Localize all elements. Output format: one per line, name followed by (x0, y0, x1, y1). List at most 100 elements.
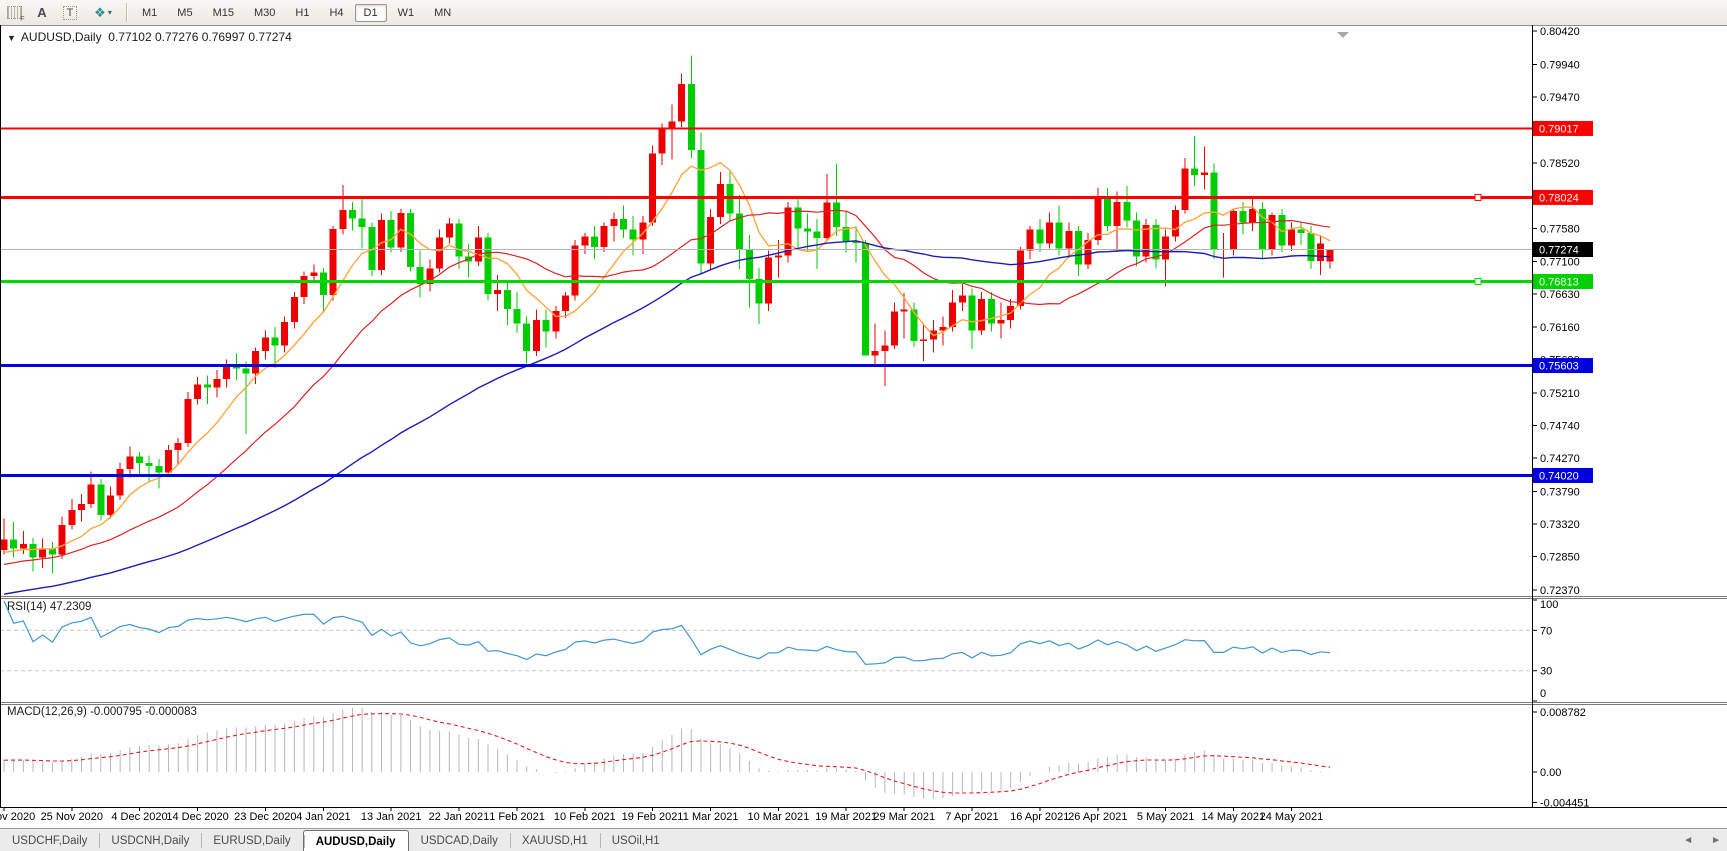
svg-text:0.75603: 0.75603 (1539, 361, 1579, 373)
tab-scroll-controls: ◄ ► (1683, 829, 1721, 851)
price-level-label: 0.79017 (1533, 120, 1593, 136)
svg-text:0.008782: 0.008782 (1540, 707, 1586, 719)
timeframe-d1[interactable]: D1 (354, 3, 387, 22)
price-level-label: 0.76813 (1533, 274, 1593, 290)
rsi-line (3, 600, 1331, 666)
text-label-tool-button[interactable]: T (57, 1, 83, 24)
svg-text:0.74740: 0.74740 (1540, 420, 1580, 432)
mt4-window: A T ❖ ▾ M1 M5 M15 M30 H1 H4 D1 W1 MN 0.8… (0, 0, 1727, 851)
level-handle[interactable] (1474, 278, 1482, 286)
svg-text:0.79940: 0.79940 (1540, 59, 1580, 71)
svg-text:19 Mar 2021: 19 Mar 2021 (815, 811, 877, 823)
dropdown-arrow-icon: ▾ (107, 8, 112, 17)
tab-audusd-daily[interactable]: AUDUSD,Daily (302, 830, 409, 851)
symbol-name: AUDUSD,Daily (20, 30, 102, 44)
svg-text:5 May 2021: 5 May 2021 (1137, 811, 1194, 823)
font-tool-button[interactable]: A (29, 1, 55, 24)
tab-usdchf-daily[interactable]: USDCHF,Daily (0, 829, 99, 851)
svg-text:14 Dec 2020: 14 Dec 2020 (166, 811, 228, 823)
auto-scroll-marker-icon[interactable] (1337, 32, 1349, 38)
text-box-icon: T (62, 5, 78, 20)
chart-tab-bar: USDCHF,Daily USDCNH,Daily EURUSD,Daily A… (0, 828, 1727, 851)
toolbar: A T ❖ ▾ M1 M5 M15 M30 H1 H4 D1 W1 MN (0, 0, 1727, 26)
timeframe-w1[interactable]: W1 (389, 4, 424, 22)
svg-text:23 Dec 2020: 23 Dec 2020 (234, 811, 296, 823)
tab-usdcad-daily[interactable]: USDCAD,Daily (409, 829, 510, 851)
timeframe-m15[interactable]: M15 (204, 4, 243, 22)
letter-a-icon: A (37, 5, 47, 20)
svg-text:0: 0 (1540, 688, 1546, 700)
svg-text:70: 70 (1540, 625, 1552, 637)
svg-text:13 Jan 2021: 13 Jan 2021 (361, 811, 422, 823)
svg-text:25 Nov 2020: 25 Nov 2020 (41, 811, 103, 823)
svg-text:22 Jan 2021: 22 Jan 2021 (429, 811, 490, 823)
svg-text:7 Apr 2021: 7 Apr 2021 (945, 811, 998, 823)
svg-text:0.77274: 0.77274 (1539, 245, 1579, 257)
price-level-label: 0.74020 (1533, 467, 1593, 483)
svg-text:0.73320: 0.73320 (1540, 519, 1580, 531)
svg-text:0.73790: 0.73790 (1540, 486, 1580, 498)
svg-text:0.79017: 0.79017 (1539, 123, 1579, 135)
timeframe-m1[interactable]: M1 (133, 4, 166, 22)
svg-text:0.78520: 0.78520 (1540, 158, 1580, 170)
ma-line-8 (3, 161, 1331, 554)
svg-text:0.75210: 0.75210 (1540, 388, 1580, 400)
indicator-arrows-button[interactable]: ❖ ▾ (85, 1, 121, 24)
svg-text:1 Mar 2021: 1 Mar 2021 (683, 811, 739, 823)
timeframe-h1[interactable]: H1 (286, 4, 318, 22)
price-level-label: 0.78024 (1533, 189, 1593, 205)
svg-text:29 Mar 2021: 29 Mar 2021 (873, 811, 935, 823)
timeframe-m30[interactable]: M30 (245, 4, 284, 22)
price-axis[interactable]: 0.80420 0.79940 0.79470 0.78520 0.77580 0.771… (1532, 26, 1593, 809)
ma-line-55 (3, 240, 1331, 595)
svg-text:0.80420: 0.80420 (1540, 26, 1580, 38)
svg-text:0.76160: 0.76160 (1540, 322, 1580, 334)
tab-scroll-left-button[interactable]: ◄ (1683, 835, 1693, 846)
svg-text:4 Dec 2020: 4 Dec 2020 (111, 811, 167, 823)
svg-text:19 Feb 2021: 19 Feb 2021 (622, 811, 684, 823)
svg-text:0.77100: 0.77100 (1540, 257, 1580, 269)
svg-text:100: 100 (1540, 599, 1558, 611)
time-axis[interactable]: 16 Nov 2020 25 Nov 2020 4 Dec 202014 Dec 2… (0, 808, 1323, 823)
chart-shift-icon[interactable] (1, 1, 27, 24)
tab-eurusd-daily[interactable]: EURUSD,Daily (201, 829, 302, 851)
tab-scroll-right-button[interactable]: ► (1711, 835, 1721, 846)
tab-usdcnh-daily[interactable]: USDCNH,Daily (99, 829, 201, 851)
rsi-panel (1, 600, 1531, 672)
timeframe-h4[interactable]: H4 (320, 4, 352, 22)
level-handle[interactable] (1474, 193, 1482, 201)
macd-indicator-label: MACD(12,26,9) -0.000795 -0.000083 (7, 706, 197, 718)
svg-text:0.74020: 0.74020 (1539, 470, 1579, 482)
svg-text:0.72850: 0.72850 (1540, 552, 1580, 564)
svg-text:0.72370: 0.72370 (1540, 585, 1580, 597)
timeframe-m5[interactable]: M5 (168, 4, 201, 22)
ma-line-21 (3, 209, 1331, 565)
svg-text:0.00: 0.00 (1540, 767, 1561, 779)
grid-icon (6, 6, 25, 23)
svg-text:0.76813: 0.76813 (1539, 277, 1579, 289)
timeframe-mn[interactable]: MN (425, 4, 460, 22)
svg-text:16 Apr 2021: 16 Apr 2021 (1010, 811, 1069, 823)
svg-text:0.76630: 0.76630 (1540, 289, 1580, 301)
macd-signal-line (3, 712, 1331, 794)
svg-text:10 Mar 2021: 10 Mar 2021 (748, 811, 810, 823)
svg-text:0.74270: 0.74270 (1540, 453, 1580, 465)
ohlc-values: 0.77102 0.77276 0.76997 0.77274 (108, 30, 292, 44)
tab-usoil-h1[interactable]: USOil,H1 (599, 829, 672, 851)
svg-text:0.77580: 0.77580 (1540, 223, 1580, 235)
price-level-label: 0.75603 (1533, 358, 1593, 374)
tab-xauusd-h1[interactable]: XAUUSD,H1 (509, 829, 600, 851)
rsi-indicator-label: RSI(14) 47.2309 (7, 601, 92, 613)
candles (1, 55, 1334, 574)
chart-canvas[interactable]: 0.80420 0.79940 0.79470 0.78520 0.77580 0.771… (0, 25, 1727, 828)
svg-text:4 Jan 2021: 4 Jan 2021 (296, 811, 350, 823)
svg-text:26 Apr 2021: 26 Apr 2021 (1068, 811, 1127, 823)
svg-text:0.79470: 0.79470 (1540, 92, 1580, 104)
svg-text:10 Feb 2021: 10 Feb 2021 (554, 811, 616, 823)
svg-text:0.78024: 0.78024 (1539, 192, 1579, 204)
toolbar-separator (126, 3, 128, 22)
svg-text:14 May 2021: 14 May 2021 (1202, 811, 1266, 823)
macd-panel (3, 707, 1331, 799)
svg-text:16 Nov 2020: 16 Nov 2020 (0, 811, 35, 823)
symbol-dropdown-icon[interactable]: ▼ (7, 33, 16, 43)
